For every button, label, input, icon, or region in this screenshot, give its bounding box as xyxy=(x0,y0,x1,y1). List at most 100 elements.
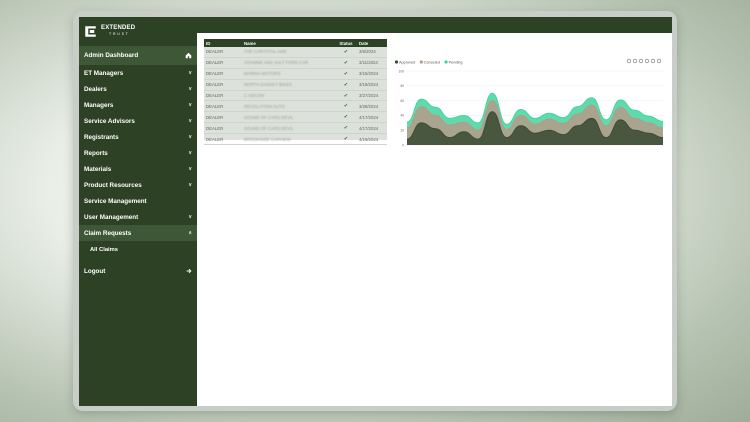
chevron-down-icon: ∨ xyxy=(188,86,192,92)
check-icon: ✔ xyxy=(343,48,349,55)
cell-name: JOHNNIE AND SALT FORD CAR xyxy=(244,60,309,66)
sidebar: EXTENDED TRUST Admin Dashboard ET Manage… xyxy=(79,17,197,406)
logout-icon xyxy=(186,268,192,274)
sidebar-item-materials[interactable]: Materials ∨ xyxy=(79,161,197,177)
legend-marker xyxy=(419,60,423,64)
table-row[interactable]: DEALER BROOKSIDE CARVIEW ✔ 4/19/2024 xyxy=(204,134,387,146)
y-tick-label: 80 xyxy=(400,84,404,88)
home-icon xyxy=(185,52,192,59)
pan-icon[interactable] xyxy=(644,58,650,64)
cell-date: 3/11/2024 xyxy=(359,60,378,66)
brand-logo[interactable]: EXTENDED TRUST xyxy=(83,21,135,41)
table-row[interactable]: DEALER JOHNNIE AND SALT FORD CAR ✔ 3/11/202… xyxy=(204,58,387,69)
chevron-down-icon: ∨ xyxy=(188,166,192,172)
column-header-name[interactable]: Name xyxy=(242,41,335,46)
cell-name: SOUND OF CARS DEVIL xyxy=(244,125,294,131)
cell-date: 4/19/2024 xyxy=(359,136,379,142)
cell-id: DEALER xyxy=(206,49,224,55)
sidebar-subitem-label: All Claims xyxy=(90,247,119,253)
table-row[interactable]: DEALER MARINA MOTORS ✔ 3/15/2024 xyxy=(204,69,387,80)
cell-id: DEALER xyxy=(206,136,224,142)
cell-date: 3/28/2024 xyxy=(359,103,379,109)
menu-icon[interactable] xyxy=(656,58,662,64)
sidebar-item-label: Registrants xyxy=(84,133,119,141)
claims-area-chart: ApprovedCanceledPending02040608010011 Fe… xyxy=(394,58,664,147)
legend-label[interactable]: Approved xyxy=(399,61,415,65)
y-tick-label: 20 xyxy=(400,129,404,133)
cell-name: SOUND OF CARS DEVIL xyxy=(244,114,294,120)
logout-label: Logout xyxy=(84,267,106,275)
cell-id: DEALER xyxy=(206,60,224,66)
column-header-status[interactable]: Status xyxy=(335,41,357,46)
sidebar-item-label: ET Managers xyxy=(84,69,124,77)
home-icon[interactable] xyxy=(650,58,656,64)
cell-date: 3/18/2024 xyxy=(359,82,379,88)
cell-id: DEALER xyxy=(206,103,224,109)
chevron-down-icon: ∨ xyxy=(188,102,192,108)
sidebar-item-label: Dealers xyxy=(84,85,107,93)
sidebar-item-product-resources[interactable]: Product Resources ∨ xyxy=(79,177,197,193)
sidebar-item-label: Materials xyxy=(84,165,112,173)
sidebar-item-label: Managers xyxy=(84,101,114,109)
cell-name: C ADCOM xyxy=(244,93,265,98)
sidebar-item-label: Service Advisors xyxy=(84,117,135,125)
column-header-id[interactable]: ID xyxy=(204,41,242,46)
sidebar-item-reports[interactable]: Reports ∨ xyxy=(79,145,197,161)
main-content: ID Name Status Date DEALER THE CHRYSTAL A… xyxy=(197,33,672,406)
y-tick-label: 100 xyxy=(399,69,405,73)
legend-label[interactable]: Canceled xyxy=(424,61,440,65)
legend-marker xyxy=(394,60,399,64)
search-icon[interactable] xyxy=(638,58,644,64)
sidebar-item-label: Service Management xyxy=(84,197,147,205)
y-tick-label: 60 xyxy=(400,99,404,103)
legend-marker xyxy=(444,60,448,64)
cell-name: MARINA MOTORS xyxy=(244,71,281,77)
table-row[interactable]: DEALER SOUND OF CARS DEVIL ✔ 4/17/2024 xyxy=(204,123,387,135)
check-icon: ✔ xyxy=(343,103,349,110)
cell-name: THE CHRYSTAL AWE xyxy=(244,49,287,55)
sidebar-item-label: Reports xyxy=(84,149,108,157)
table-header: ID Name Status Date xyxy=(204,39,387,47)
table-row[interactable]: DEALER SOUND OF CARS DEVIL ✔ 4/17/2024 xyxy=(204,112,387,124)
logout-button[interactable]: Logout xyxy=(79,263,197,279)
table-row[interactable]: DEALER NORTH DANSEY BIKES ✔ 3/18/2024 xyxy=(204,80,387,91)
cell-date: 4/17/2024 xyxy=(359,114,379,120)
legend-label[interactable]: Pending xyxy=(449,61,463,65)
sidebar-item-label: Claim Requests xyxy=(84,229,132,237)
cell-date: 3/15/2024 xyxy=(359,71,379,77)
table-row[interactable]: DEALER REVOLUTION AUTO ✔ 3/28/2024 xyxy=(204,101,387,113)
table-row[interactable]: DEALER THE CHRYSTAL AWE ✔ 3/6/2024 xyxy=(204,47,387,58)
sidebar-item-service-management[interactable]: Service Management xyxy=(79,193,197,209)
cell-id: DEALER xyxy=(206,93,224,98)
claims-table: ID Name Status Date DEALER THE CHRYSTAL A… xyxy=(204,39,387,146)
chevron-up-icon: ∧ xyxy=(188,230,192,236)
sidebar-item-claim-requests[interactable]: Claim Requests ∧ xyxy=(79,225,197,241)
cell-date: 3/27/2024 xyxy=(359,93,379,98)
sidebar-item-registrants[interactable]: Registrants ∨ xyxy=(79,129,197,145)
table-body: DEALER THE CHRYSTAL AWE ✔ 3/6/2024 DEALER JOH… xyxy=(204,47,387,146)
sidebar-item-label: Admin Dashboard xyxy=(84,52,139,59)
cell-date: 4/17/2024 xyxy=(359,125,379,131)
cell-name: NORTH DANSEY BIKES xyxy=(244,82,292,88)
sidebar-item-admin-dashboard[interactable]: Admin Dashboard xyxy=(79,46,197,65)
check-icon: ✔ xyxy=(343,81,349,88)
sidebar-item-managers[interactable]: Managers ∨ xyxy=(79,97,197,113)
sidebar-item-et-managers[interactable]: ET Managers ∨ xyxy=(79,65,197,81)
cell-id: DEALER xyxy=(206,71,224,77)
zoom-out-icon[interactable] xyxy=(632,58,638,64)
chevron-down-icon: ∨ xyxy=(188,150,192,156)
sidebar-item-dealers[interactable]: Dealers ∨ xyxy=(79,81,197,97)
check-icon: ✔ xyxy=(343,92,349,99)
sidebar-item-user-management[interactable]: User Management ∨ xyxy=(79,209,197,225)
cell-id: DEALER xyxy=(206,82,224,88)
cell-date: 3/6/2024 xyxy=(359,49,376,55)
logo-icon xyxy=(85,25,96,37)
zoom-in-icon[interactable] xyxy=(626,58,632,64)
cell-id: DEALER xyxy=(206,125,224,131)
sidebar-subitem-all-claims[interactable]: All Claims xyxy=(79,241,197,259)
sidebar-nav: Admin Dashboard ET Managers ∨ Dealers ∨ … xyxy=(79,46,197,279)
column-header-date[interactable]: Date xyxy=(357,41,387,46)
sidebar-item-service-advisors[interactable]: Service Advisors ∨ xyxy=(79,113,197,129)
check-icon: ✔ xyxy=(343,114,349,121)
table-row[interactable]: DEALER C ADCOM ✔ 3/27/2024 xyxy=(204,91,387,102)
